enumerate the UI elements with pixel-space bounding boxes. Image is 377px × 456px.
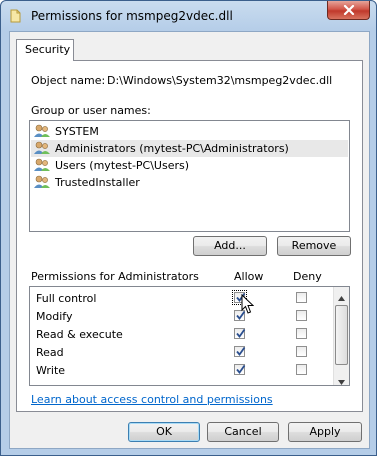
users-icon	[33, 175, 51, 192]
permission-row-read: Read	[30, 343, 330, 361]
permission-row-full-control: Full control	[30, 289, 330, 307]
group-list-label: Group or user names:	[31, 104, 151, 117]
list-item-trustedinstaller[interactable]: TrustedInstaller	[31, 174, 348, 191]
file-icon	[10, 9, 23, 23]
list-item-label: TrustedInstaller	[55, 176, 140, 189]
group-user-list[interactable]: SYSTEM Administrators (mytest-PC\Adminis…	[29, 120, 350, 232]
users-icon	[33, 158, 51, 175]
scroll-down-icon[interactable]	[338, 375, 345, 385]
scroll-up-icon[interactable]	[338, 291, 345, 304]
permissions-label: Permissions for Administrators	[31, 270, 199, 283]
deny-checkbox[interactable]	[296, 310, 307, 321]
checkmark-icon	[236, 364, 246, 374]
deny-column-header: Deny	[293, 270, 322, 283]
allow-column-header: Allow	[234, 270, 264, 283]
permission-row-write: Write	[30, 361, 330, 379]
help-link[interactable]: Learn about access control and permissio…	[31, 393, 273, 406]
ok-button[interactable]: OK	[128, 422, 200, 442]
scroll-thumb[interactable]	[335, 305, 348, 365]
deny-checkbox[interactable]	[296, 364, 307, 375]
users-icon	[33, 141, 51, 158]
allow-checkbox[interactable]	[234, 328, 246, 339]
deny-checkbox[interactable]	[296, 346, 307, 357]
cancel-button[interactable]: Cancel	[207, 422, 279, 442]
security-tab-panel: Object name: D:\Windows\System32\msmpeg2…	[16, 60, 363, 412]
deny-checkbox[interactable]	[296, 328, 307, 339]
list-item-label: Users (mytest-PC\Users)	[55, 159, 190, 172]
users-icon	[33, 124, 51, 141]
permission-name: Modify	[36, 310, 73, 323]
tab-security[interactable]: Security	[16, 39, 74, 61]
close-icon	[343, 5, 355, 15]
permission-name: Full control	[36, 292, 97, 305]
add-button[interactable]: Add...	[193, 236, 267, 256]
checkmark-icon	[236, 346, 246, 356]
close-button[interactable]	[327, 1, 370, 20]
list-item-users[interactable]: Users (mytest-PC\Users)	[31, 157, 348, 174]
object-name-label: Object name:	[31, 74, 106, 87]
list-item-system[interactable]: SYSTEM	[31, 123, 348, 140]
mouse-cursor-icon	[241, 293, 255, 318]
deny-checkbox[interactable]	[296, 292, 307, 303]
permissions-scrollbar[interactable]	[333, 287, 349, 385]
checkmark-icon	[236, 328, 246, 338]
list-item-label: SYSTEM	[55, 125, 99, 138]
permission-name: Read & execute	[36, 328, 123, 341]
tab-label: Security	[25, 43, 71, 56]
permission-row-read-execute: Read & execute	[30, 325, 330, 343]
title-bar[interactable]: Permissions for msmpeg2vdec.dll	[1, 1, 376, 31]
apply-button[interactable]: Apply	[288, 422, 362, 442]
allow-checkbox[interactable]	[234, 364, 246, 375]
object-name-value: D:\Windows\System32\msmpeg2vdec.dll	[107, 74, 333, 87]
window-title: Permissions for msmpeg2vdec.dll	[31, 9, 233, 23]
permission-row-modify: Modify	[30, 307, 330, 325]
dialog-client-area: Security Object name: D:\Windows\System3…	[9, 31, 370, 449]
list-item-label: Administrators (mytest-PC\Administrators…	[55, 142, 289, 155]
remove-button[interactable]: Remove	[277, 236, 351, 256]
list-item-administrators[interactable]: Administrators (mytest-PC\Administrators…	[31, 140, 348, 157]
permission-name: Read	[36, 346, 64, 359]
permissions-dialog: Permissions for msmpeg2vdec.dll Security…	[0, 0, 377, 456]
permissions-table: Full control Modify Read & execute Read …	[29, 286, 350, 386]
allow-checkbox[interactable]	[234, 346, 246, 357]
permission-name: Write	[36, 364, 66, 377]
